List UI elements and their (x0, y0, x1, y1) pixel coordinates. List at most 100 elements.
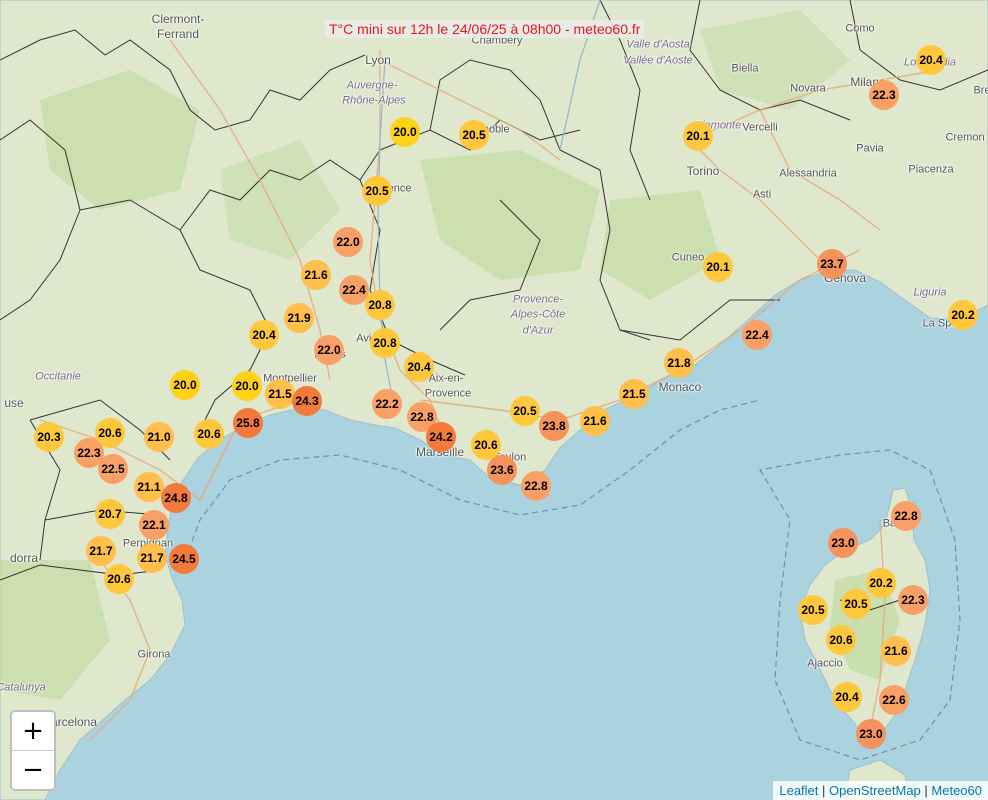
openstreetmap-link[interactable]: OpenStreetMap (829, 783, 921, 798)
temperature-value: 20.4 (835, 690, 859, 704)
temperature-marker[interactable]: 22.6 (879, 685, 909, 715)
temperature-value: 24.8 (164, 491, 188, 505)
temperature-marker[interactable]: 21.8 (664, 348, 694, 378)
temperature-value: 20.4 (919, 53, 943, 67)
zoom-out-button[interactable]: − (12, 750, 54, 789)
temperature-marker[interactable]: 24.8 (161, 483, 191, 513)
temperature-marker[interactable]: 22.8 (521, 471, 551, 501)
map-container[interactable]: Clermont- Ferrand Lyon Auvergne- Rhône-Alpes… (0, 0, 988, 800)
temperature-marker[interactable]: 20.6 (194, 419, 224, 449)
temperature-value: 20.8 (373, 336, 397, 350)
place-label: Occitanie (35, 370, 81, 383)
place-label: Biella (731, 62, 759, 75)
temperature-marker[interactable]: 21.6 (881, 636, 911, 666)
place-label: use (4, 396, 24, 410)
temperature-value: 20.6 (98, 426, 122, 440)
temperature-marker[interactable]: 20.1 (703, 252, 733, 282)
temperature-value: 22.3 (872, 88, 896, 102)
temperature-marker[interactable]: 20.1 (683, 121, 713, 151)
temperature-marker[interactable]: 20.3 (34, 422, 64, 452)
temperature-marker[interactable]: 25.8 (233, 408, 263, 438)
temperature-marker[interactable]: 20.8 (365, 290, 395, 320)
leaflet-link[interactable]: Leaflet (779, 783, 818, 798)
temperature-marker[interactable]: 22.3 (898, 585, 928, 615)
temperature-marker[interactable]: 22.0 (333, 227, 363, 257)
temperature-marker[interactable]: 20.2 (866, 568, 896, 598)
temperature-marker[interactable]: 20.6 (104, 564, 134, 594)
temperature-marker[interactable]: 22.8 (891, 501, 921, 531)
place-label: Cuneo (671, 251, 705, 264)
attribution-separator: | (920, 783, 932, 798)
temperature-value: 23.6 (490, 463, 514, 477)
temperature-marker[interactable]: 23.8 (539, 411, 569, 441)
place-label: Novara (790, 82, 826, 95)
temperature-marker[interactable]: 21.5 (265, 379, 295, 409)
temperature-marker[interactable]: 23.7 (817, 249, 847, 279)
temperature-marker[interactable]: 22.2 (372, 389, 402, 419)
attribution-separator: | (818, 783, 830, 798)
temperature-value: 25.8 (236, 416, 260, 430)
temperature-marker[interactable]: 23.6 (487, 455, 517, 485)
place-label: Lyon (365, 53, 391, 67)
temperature-marker[interactable]: 20.5 (510, 396, 540, 426)
temperature-value: 23.0 (859, 727, 883, 741)
temperature-marker[interactable]: 21.6 (580, 406, 610, 436)
temperature-value: 21.5 (268, 387, 292, 401)
temperature-value: 20.1 (686, 129, 710, 143)
temperature-marker[interactable]: 22.4 (742, 320, 772, 350)
temperature-marker[interactable]: 21.0 (144, 422, 174, 452)
temperature-value: 22.8 (524, 479, 548, 493)
temperature-marker[interactable]: 21.7 (86, 536, 116, 566)
meteo60-link[interactable]: Meteo60 (931, 783, 982, 798)
place-label: Catalunya (0, 681, 46, 694)
temperature-value: 20.5 (801, 603, 825, 617)
temperature-marker[interactable]: 21.5 (619, 379, 649, 409)
temperature-marker[interactable]: 21.7 (137, 543, 167, 573)
temperature-marker[interactable]: 20.4 (404, 352, 434, 382)
temperature-marker[interactable]: 20.5 (362, 176, 392, 206)
place-label: dorra (9, 551, 39, 565)
temperature-value: 22.0 (317, 343, 341, 357)
temperature-marker[interactable]: 20.4 (249, 320, 279, 350)
temperature-marker[interactable]: 20.0 (170, 370, 200, 400)
temperature-value: 22.3 (77, 446, 101, 460)
temperature-marker[interactable]: 24.2 (426, 422, 456, 452)
place-label: Alessandria (779, 167, 837, 180)
place-label: d'Azur (522, 324, 554, 337)
temperature-marker[interactable]: 20.6 (826, 625, 856, 655)
temperature-marker[interactable]: 21.1 (134, 472, 164, 502)
temperature-marker[interactable]: 20.4 (916, 45, 946, 75)
temperature-marker[interactable]: 20.2 (948, 300, 978, 330)
place-label: Piacenza (908, 163, 954, 176)
temperature-marker[interactable]: 20.5 (459, 120, 489, 150)
temperature-value: 21.7 (140, 551, 164, 565)
place-label: Asti (752, 188, 772, 201)
temperature-marker[interactable]: 20.7 (95, 499, 125, 529)
temperature-marker[interactable]: 21.9 (284, 303, 314, 333)
temperature-marker[interactable]: 20.5 (798, 595, 828, 625)
temperature-marker[interactable]: 24.5 (169, 544, 199, 574)
temperature-marker[interactable]: 20.0 (390, 117, 420, 147)
temperature-marker[interactable]: 22.3 (869, 80, 899, 110)
temperature-value: 21.7 (89, 544, 113, 558)
temperature-marker[interactable]: 23.0 (828, 528, 858, 558)
temperature-marker[interactable]: 20.5 (841, 589, 871, 619)
temperature-marker[interactable]: 20.8 (370, 328, 400, 358)
temperature-marker[interactable]: 20.4 (832, 682, 862, 712)
temperature-value: 23.7 (820, 257, 844, 271)
temperature-marker[interactable]: 24.3 (292, 386, 322, 416)
place-label: Valle d'Aosta (626, 38, 690, 51)
temperature-marker[interactable]: 22.5 (98, 454, 128, 484)
temperature-marker[interactable]: 20.0 (232, 371, 262, 401)
place-label: Girona (137, 648, 171, 661)
temperature-value: 22.8 (894, 509, 918, 523)
temperature-value: 20.3 (37, 430, 61, 444)
temperature-marker[interactable]: 22.0 (314, 335, 344, 365)
place-label: Monaco (658, 380, 702, 394)
temperature-value: 21.5 (622, 387, 646, 401)
zoom-in-button[interactable]: + (12, 712, 54, 750)
temperature-marker[interactable]: 21.6 (301, 260, 331, 290)
temperature-marker[interactable]: 23.0 (856, 719, 886, 749)
temperature-value: 22.4 (745, 328, 769, 342)
temperature-marker[interactable]: 22.1 (139, 510, 169, 540)
